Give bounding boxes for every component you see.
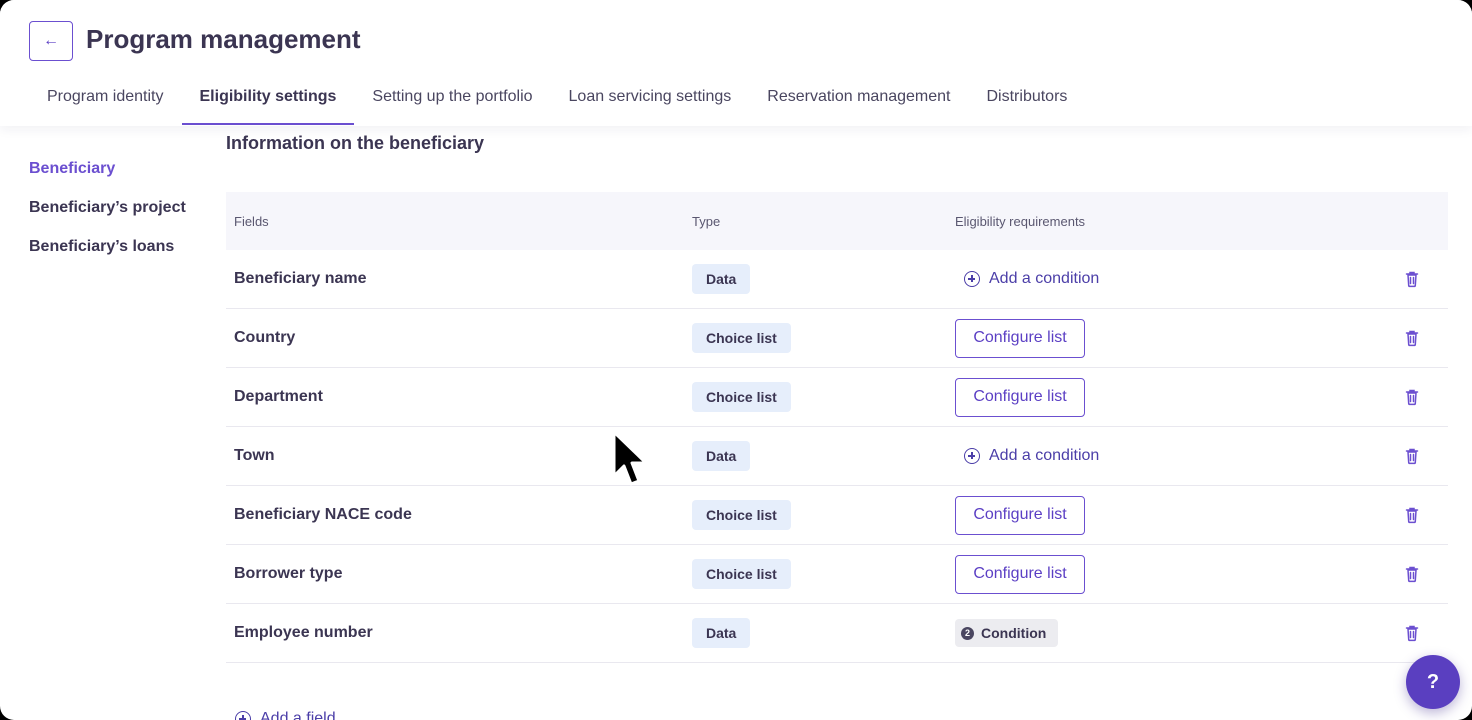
nav-item-beneficiary[interactable]: Beneficiary — [29, 160, 186, 199]
add-condition-button[interactable]: Add a condition — [964, 447, 1099, 465]
type-badge: Choice list — [692, 559, 791, 589]
configure-list-button[interactable]: Configure list — [955, 377, 1085, 417]
tab-loan-servicing-settings[interactable]: Loan servicing settings — [551, 72, 750, 125]
trash-icon[interactable] — [1402, 505, 1422, 525]
field-name: Borrower type — [234, 565, 343, 582]
plus-circle-icon — [235, 711, 251, 720]
add-condition-label: Add a condition — [989, 270, 1100, 287]
plus-circle-icon — [964, 271, 980, 287]
trash-icon[interactable] — [1402, 387, 1422, 407]
add-condition-label: Add a condition — [989, 447, 1100, 464]
configure-list-button[interactable]: Configure list — [955, 554, 1085, 594]
back-button[interactable]: ← — [29, 21, 73, 61]
help-icon: ? — [1426, 670, 1440, 693]
mouse-cursor-icon — [612, 430, 648, 486]
configure-list-button[interactable]: Configure list — [955, 318, 1085, 358]
plus-circle-icon — [964, 448, 980, 464]
configure-list-button[interactable]: Configure list — [955, 495, 1085, 535]
app-window: ← Program management Program identity El… — [0, 0, 1472, 720]
trash-icon[interactable] — [1402, 446, 1422, 466]
section-nav: Beneficiary Beneficiary’s project Benefi… — [29, 160, 186, 277]
nav-item-beneficiary-loans[interactable]: Beneficiary’s loans — [29, 238, 186, 277]
tab-bar: Program identity Eligibility settings Se… — [29, 72, 1085, 126]
column-header-type: Type — [692, 213, 721, 229]
trash-icon[interactable] — [1402, 564, 1422, 584]
type-badge: Choice list — [692, 323, 791, 353]
add-field-button[interactable]: Add a field — [235, 710, 336, 720]
field-name: Beneficiary name — [234, 270, 367, 287]
condition-badge[interactable]: 2 Condition — [955, 619, 1059, 647]
field-name: Country — [234, 329, 296, 346]
trash-icon[interactable] — [1402, 269, 1422, 289]
column-header-fields: Fields — [234, 213, 269, 229]
type-badge: Data — [692, 441, 751, 471]
trash-icon[interactable] — [1402, 623, 1422, 643]
arrow-left-icon: ← — [43, 32, 59, 49]
add-condition-button[interactable]: Add a condition — [964, 270, 1099, 288]
section-title: Information on the beneficiary — [226, 133, 485, 153]
add-field-label: Add a field — [260, 710, 336, 720]
fields-table: Fields Type Eligibility requirements Ben… — [226, 192, 1448, 663]
tab-eligibility-settings[interactable]: Eligibility settings — [181, 72, 355, 125]
column-header-eligibility: Eligibility requirements — [955, 213, 1086, 229]
field-name: Town — [234, 447, 275, 464]
tab-program-identity[interactable]: Program identity — [29, 72, 182, 125]
table-row: Borrower type Choice list Configure list — [226, 545, 1448, 604]
tab-setting-up-portfolio[interactable]: Setting up the portfolio — [354, 72, 550, 125]
field-name: Employee number — [234, 624, 373, 641]
field-name: Department — [234, 388, 323, 405]
page-title: Program management — [86, 24, 361, 54]
trash-icon[interactable] — [1402, 328, 1422, 348]
condition-label: Condition — [981, 625, 1047, 641]
table-row: Beneficiary NACE code Choice list Config… — [226, 486, 1448, 545]
table-row: Department Choice list Configure list — [226, 368, 1448, 427]
type-badge: Data — [692, 264, 751, 294]
page-header: ← Program management Program identity El… — [0, 0, 1472, 126]
table-row: Employee number Data 2 Condition — [226, 604, 1448, 663]
type-badge: Data — [692, 618, 751, 648]
table-row: Beneficiary name Data Add a condition — [226, 250, 1448, 309]
condition-count: 2 — [961, 626, 974, 640]
table-header: Fields Type Eligibility requirements — [226, 192, 1448, 250]
table-row: Country Choice list Configure list — [226, 309, 1448, 368]
type-badge: Choice list — [692, 382, 791, 412]
tab-reservation-management[interactable]: Reservation management — [749, 72, 968, 125]
table-row: Town Data Add a condition — [226, 427, 1448, 486]
field-name: Beneficiary NACE code — [234, 506, 412, 523]
nav-item-beneficiary-project[interactable]: Beneficiary’s project — [29, 199, 186, 238]
type-badge: Choice list — [692, 500, 791, 530]
help-button[interactable]: ? — [1406, 655, 1460, 709]
tab-distributors[interactable]: Distributors — [969, 72, 1086, 125]
